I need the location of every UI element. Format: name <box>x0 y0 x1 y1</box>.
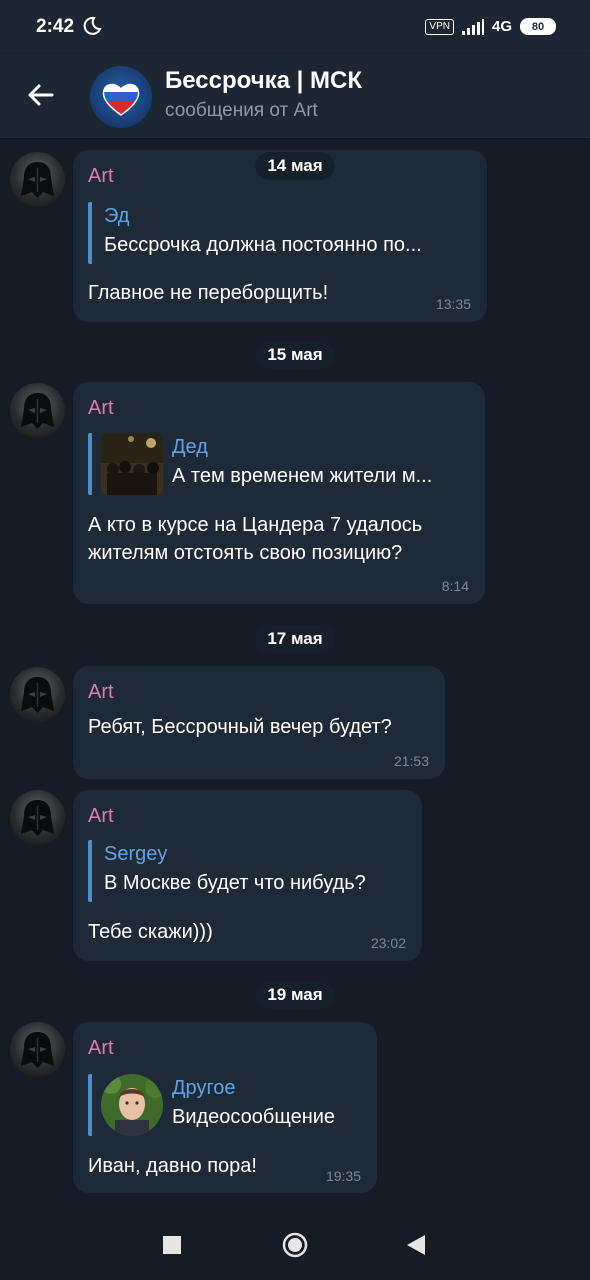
darth-vader-icon <box>21 677 54 713</box>
sender-avatar[interactable] <box>10 790 65 845</box>
message-text: Главное не переборщить! <box>88 282 329 304</box>
reply-photo-thumbnail <box>101 433 163 495</box>
reply-author: Дед <box>172 436 208 458</box>
message-text-line: жителям отстоять свою позицию? <box>88 542 403 564</box>
message-time: 23:02 <box>370 935 406 951</box>
message-time: 13:35 <box>435 296 471 312</box>
system-nav-bar <box>0 1210 590 1280</box>
sender-avatar[interactable] <box>10 383 65 438</box>
reply-text: Бессрочка должна постоянно по... <box>104 234 422 256</box>
message-bubble[interactable]: Art Дед А тем временем жители м... А кто… <box>73 382 485 604</box>
heart-flag-avatar <box>102 83 140 116</box>
message-time: 8:14 <box>441 578 469 594</box>
sender-name[interactable]: Art <box>88 165 114 188</box>
sender-name[interactable]: Art <box>88 397 114 420</box>
sender-avatar[interactable] <box>10 152 65 207</box>
message-text: Ребят, Бессрочный вечер будет? <box>88 716 392 738</box>
message-text: Тебе скажи))) <box>88 921 213 943</box>
reply-preview[interactable]: Эд Бессрочка должна постоянно по... <box>88 202 468 264</box>
chat-title[interactable]: Бессрочка | МСК <box>165 67 362 95</box>
status-bar: 2:42 VPN 4G 80 <box>0 0 590 54</box>
reply-text: А тем временем жители м... <box>172 465 433 487</box>
message-bubble[interactable]: Art Sergey В Москве будет что нибудь? Те… <box>73 790 422 961</box>
reply-text: Видеосообщение <box>172 1106 336 1128</box>
message-bubble[interactable]: Art Другое Видеосообщение Иван, давно по… <box>73 1022 377 1193</box>
date-separator: 15 мая <box>255 341 335 369</box>
message-text: Иван, давно пора! <box>88 1155 257 1177</box>
reply-preview[interactable]: Дед А тем временем жители м... <box>88 433 466 495</box>
status-time: 2:42 <box>36 16 75 37</box>
sender-name[interactable]: Art <box>88 681 114 704</box>
status-right: VPN 4G 80 <box>425 18 556 35</box>
sender-avatar[interactable] <box>10 667 65 722</box>
video-message-thumbnail <box>101 1074 163 1136</box>
chat-avatar[interactable] <box>90 66 152 128</box>
recents-square-icon[interactable] <box>163 1236 181 1254</box>
reply-author: Эд <box>104 205 130 227</box>
reply-text: В Москве будет что нибудь? <box>104 872 366 894</box>
reply-preview[interactable]: Sergey В Москве будет что нибудь? <box>88 840 406 902</box>
darth-vader-icon <box>21 800 54 836</box>
home-circle-icon[interactable] <box>282 1232 308 1258</box>
darth-vader-icon <box>21 393 54 429</box>
back-arrow-icon[interactable] <box>26 80 56 110</box>
back-triangle-icon[interactable] <box>406 1234 426 1256</box>
battery-indicator: 80 <box>520 18 556 35</box>
sender-name[interactable]: Art <box>88 805 114 828</box>
message-time: 21:53 <box>393 753 429 769</box>
network-type: 4G <box>491 18 512 35</box>
sender-avatar[interactable] <box>10 1022 65 1077</box>
vpn-badge: VPN <box>425 18 454 35</box>
darth-vader-icon <box>21 1032 54 1068</box>
message-bubble[interactable]: Art Ребят, Бессрочный вечер будет? 21:53 <box>73 666 445 779</box>
reply-preview[interactable]: Другое Видеосообщение <box>88 1074 360 1136</box>
reply-author: Другое <box>172 1077 236 1099</box>
reply-author: Sergey <box>104 843 168 865</box>
darth-vader-icon <box>21 162 54 198</box>
date-separator: 14 мая <box>255 152 335 180</box>
message-text-line: А кто в курсе на Цандера 7 удалось <box>88 514 423 536</box>
moon-icon <box>83 16 102 35</box>
chat-header: Бессрочка | МСК сообщения от Art <box>0 54 590 138</box>
date-separator: 19 мая <box>255 981 335 1009</box>
sender-name[interactable]: Art <box>88 1037 114 1060</box>
date-separator: 17 мая <box>255 625 335 653</box>
chat-subtitle: сообщения от Art <box>165 100 318 121</box>
signal-icon <box>461 18 484 35</box>
message-time: 19:35 <box>325 1168 361 1184</box>
